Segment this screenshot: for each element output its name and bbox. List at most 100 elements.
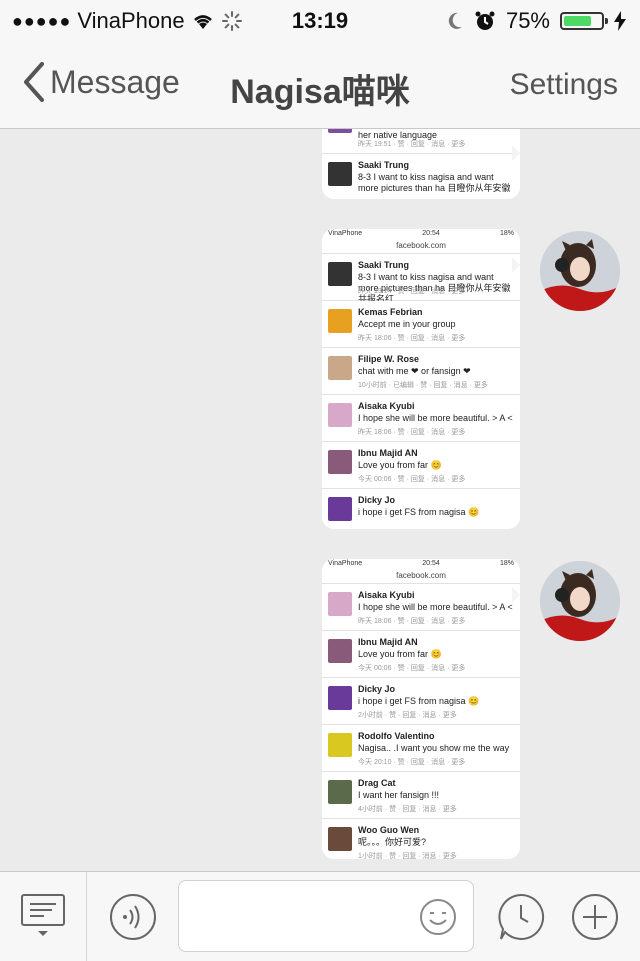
comment-meta: 昨天 19:51 · 赞 · 回复 · 消息 · 更多 xyxy=(358,141,466,148)
list-item: Filipe W. Rose chat with me ❤ or fansign … xyxy=(322,348,520,395)
history-button[interactable] xyxy=(496,892,546,942)
comment-meta: 昨天 18:06 · 赞 · 回复 · 消息 · 更多 xyxy=(358,335,466,342)
list-item: Rodolfo Valentino Nagisa.. .I want you sh… xyxy=(322,725,520,772)
list-item: Drag Cat I want her fansign !!! 4小时前 · 赞 ·… xyxy=(322,772,520,819)
message-input-box xyxy=(178,880,474,952)
inner-time: 20:54 xyxy=(422,230,440,237)
back-button[interactable]: Message xyxy=(22,62,180,102)
voice-input-button[interactable] xyxy=(108,892,158,942)
toolbar-divider xyxy=(86,872,87,961)
inner-url-bar: facebook.com xyxy=(322,571,520,584)
commenter-name: Ibnu Majid AN xyxy=(358,637,418,647)
back-button-label: Message xyxy=(50,63,180,100)
inner-battery: 18% xyxy=(499,560,514,567)
list-item: I hope she talks to her fans, even on he… xyxy=(322,129,520,154)
comment-list: Aisaka Kyubi I hope she will be more beau… xyxy=(322,584,520,859)
emoji-smiley-icon[interactable] xyxy=(419,898,457,936)
commenter-name: Ibnu Majid AN xyxy=(358,448,418,458)
status-bar: ●●●●● VinaPhone 13:19 75% xyxy=(0,0,640,40)
commenter-avatar xyxy=(328,592,352,616)
commenter-avatar xyxy=(328,129,352,133)
battery-icon xyxy=(560,12,608,30)
inner-url-bar: facebook.com xyxy=(322,241,520,254)
inner-time: 20:54 xyxy=(422,560,440,567)
comment-meta: 1小时前 · 赞 · 回复 · 消息 · 更多 xyxy=(358,853,457,859)
commenter-avatar xyxy=(328,733,352,757)
input-toolbar xyxy=(0,871,640,961)
commenter-name: Saaki Trung xyxy=(358,160,410,170)
comment-text: i hope i get FS from nagisa 😊 xyxy=(358,507,480,517)
commenter-avatar xyxy=(328,639,352,663)
commenter-avatar xyxy=(328,686,352,710)
comment-text: I hope she will be more beautiful. > A < xyxy=(358,602,513,612)
commenter-avatar xyxy=(328,262,352,286)
list-item: Aisaka Kyubi I hope she will be more beau… xyxy=(322,584,520,631)
comment-list: Saaki Trung 8-3 I want to kiss nagisa and… xyxy=(322,254,520,529)
comment-meta: 2小时前 · 赞 · 回复 · 消息 · 更多 xyxy=(358,712,457,719)
message-image-bubble[interactable]: VinaPhone 20:54 18% facebook.com Aisaka … xyxy=(322,559,520,859)
list-item: Ibnu Majid AN Love you from far 😊 今天 00:06… xyxy=(322,442,520,489)
charging-bolt-icon xyxy=(614,11,626,31)
comment-text: 8-3 I want to kiss nagisa and want more … xyxy=(358,172,511,193)
voice-wave-icon xyxy=(110,894,156,940)
keyboard-toggle-button[interactable] xyxy=(18,890,68,940)
commenter-avatar xyxy=(328,403,352,427)
commenter-avatar xyxy=(328,309,352,333)
chat-area[interactable]: I hope she talks to her fans, even on he… xyxy=(0,129,640,871)
comment-text: Love you from far 😊 xyxy=(358,649,442,659)
commenter-name: Aisaka Kyubi xyxy=(358,401,415,411)
profile-photo xyxy=(540,561,620,641)
comment-text: I hope she will be more beautiful. > A < xyxy=(358,413,513,423)
battery-percent: 75% xyxy=(505,8,550,33)
clock-history-icon xyxy=(498,893,545,940)
list-item: Saaki Trung 8-3 I want to kiss nagisa and… xyxy=(322,254,520,304)
list-item: Saaki Trung 8-3 I want to kiss nagisa an… xyxy=(322,154,520,199)
commenter-name: Woo Guo Wen xyxy=(358,825,420,835)
comment-meta: 今天 20:10 · 赞 · 回复 · 消息 · 更多 xyxy=(358,759,466,766)
commenter-name: Aisaka Kyubi xyxy=(358,590,415,600)
keyboard-toggle-icon xyxy=(21,894,65,936)
list-item: Ibnu Majid AN Love you from far 😊 今天 00:06… xyxy=(322,631,520,678)
list-item: Aisaka Kyubi I hope she will be more beau… xyxy=(322,395,520,442)
inner-status-bar: VinaPhone 20:54 18% xyxy=(322,229,520,241)
comment-meta: 昨天 18:06 · 赞 · 回复 · 消息 · 更多 xyxy=(358,618,466,625)
comment-text: i hope i get FS from nagisa 😊 xyxy=(358,696,480,706)
navigation-bar: Message Nagisa喵咪 Settings xyxy=(0,40,640,129)
commenter-name: Kemas Febrian xyxy=(358,307,423,317)
add-attachment-button[interactable] xyxy=(570,892,620,942)
do-not-disturb-moon-icon xyxy=(448,12,462,29)
alarm-clock-icon xyxy=(475,11,495,30)
status-right: 75% xyxy=(446,8,626,34)
comment-meta: 10小时前 · 已编辑 · 赞 · 回复 · 消息 · 更多 xyxy=(358,382,488,389)
inner-status-bar: VinaPhone 20:54 18% xyxy=(322,559,520,571)
commenter-avatar xyxy=(328,450,352,474)
commenter-name: Saaki Trung xyxy=(358,260,410,270)
message-input[interactable] xyxy=(179,881,433,951)
list-item: Dicky Jo i hope i get FS from nagisa 😊 xyxy=(322,489,520,529)
commenter-avatar xyxy=(328,827,352,851)
list-item: Dicky Jo i hope i get FS from nagisa 😊 2小时… xyxy=(322,678,520,725)
commenter-avatar xyxy=(328,356,352,380)
comment-text: chat with me ❤ or fansign ❤ xyxy=(358,366,471,376)
inner-battery: 18% xyxy=(499,230,514,237)
message-image-bubble[interactable]: VinaPhone 20:54 18% facebook.com Saaki T… xyxy=(322,229,520,529)
plus-circle-icon xyxy=(572,894,618,940)
message-image-bubble[interactable]: I hope she talks to her fans, even on he… xyxy=(322,129,520,199)
list-item: Kemas Febrian Accept me in your group 昨天 1… xyxy=(322,301,520,348)
avatar[interactable] xyxy=(540,231,620,311)
comment-text: I want her fansign !!! xyxy=(358,790,440,800)
commenter-avatar xyxy=(328,497,352,521)
comment-text: Love you from far 😊 xyxy=(358,460,442,470)
list-item: Woo Guo Wen 呢。。。你好可爱? 1小时前 · 赞 · 回复 · 消息 ·… xyxy=(322,819,520,859)
comment-text: 呢。。。你好可爱? xyxy=(358,837,427,847)
inner-carrier: VinaPhone xyxy=(328,230,363,237)
settings-button[interactable]: Settings xyxy=(510,68,618,102)
commenter-name: Rodolfo Valentino xyxy=(358,731,435,741)
profile-photo xyxy=(540,231,620,311)
comment-text: Nagisa.. .I want you show me the way xyxy=(358,743,510,753)
comment-meta: 昨天 18:06 · 赞 · 回复 · 消息 · 更多 xyxy=(358,429,466,436)
commenter-name: Filipe W. Rose xyxy=(358,354,420,364)
comment-meta: 今天 00:06 · 赞 · 回复 · 消息 · 更多 xyxy=(358,476,466,483)
commenter-name: Drag Cat xyxy=(358,778,396,788)
avatar[interactable] xyxy=(540,561,620,641)
